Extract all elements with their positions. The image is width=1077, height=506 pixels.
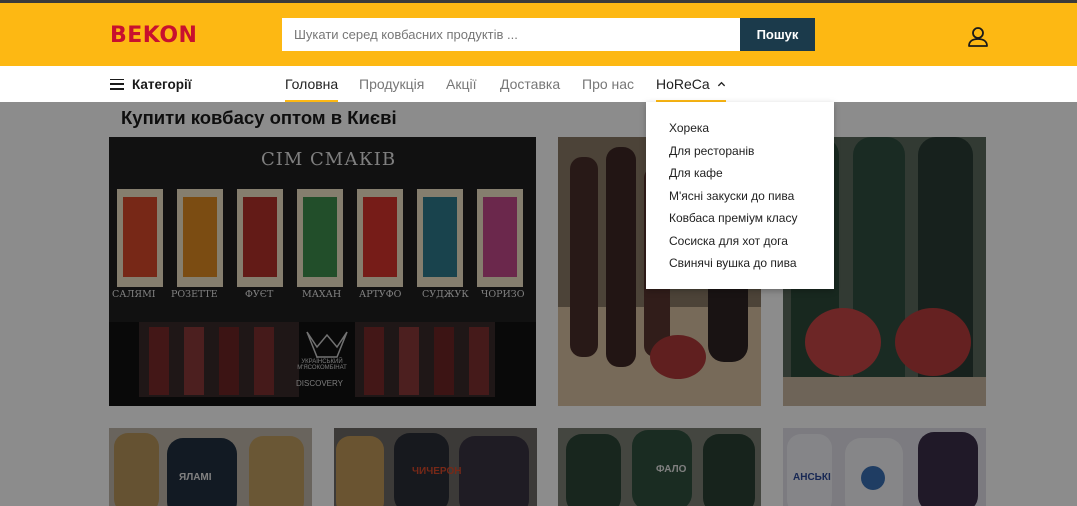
flavor-label: СУДЖУК	[422, 289, 469, 300]
site-header: BEKON Пошук	[0, 0, 1077, 66]
product-image[interactable]: ЯЛАМІ	[109, 428, 312, 506]
main-nav: Категорії Головна Продукція Акції Достав…	[0, 66, 1077, 102]
banner-brand: УКРАЇНСЬКИЙ М'ЯСОКОМБІНАТ	[297, 359, 347, 371]
search-button[interactable]: Пошук	[740, 18, 815, 51]
categories-button[interactable]: Категорії	[110, 66, 192, 102]
main-content: Купити ковбасу оптом в Києві СІМ СМАКІВ …	[0, 102, 1077, 506]
site-logo[interactable]: BEKON	[110, 23, 197, 48]
product-label: ЯЛАМІ	[179, 472, 212, 483]
dropdown-item-pork-ears[interactable]: Свинячі вушка до пива	[646, 252, 834, 275]
dropdown-item-cafes[interactable]: Для кафе	[646, 162, 834, 185]
chevron-up-icon	[717, 81, 725, 87]
featured-banner-image[interactable]: СІМ СМАКІВ САЛЯМІ РОЗЕТТЕ ФУЄТ МАХАН АРТ…	[109, 137, 536, 406]
nav-link-horeca[interactable]: HoReCa	[656, 66, 726, 102]
dropdown-item-premium-sausage[interactable]: Ковбаса преміум класу	[646, 207, 834, 230]
hamburger-icon	[110, 78, 124, 90]
nav-link-delivery[interactable]: Доставка	[500, 66, 560, 102]
product-label: ФАЛО	[656, 464, 687, 475]
nav-link-promotions[interactable]: Акції	[446, 66, 476, 102]
dropdown-item-beer-snacks[interactable]: М'ясні закуски до пива	[646, 185, 834, 208]
nav-link-home[interactable]: Головна	[285, 66, 339, 102]
flavor-label: ЧОРИЗО	[481, 289, 525, 300]
product-photo	[783, 428, 986, 506]
product-label: АНСЬКІ	[793, 472, 831, 483]
search-bar: Пошук	[282, 18, 815, 51]
flavor-label: РОЗЕТТЕ	[171, 289, 218, 300]
banner-brand-line: М'ЯСОКОМБІНАТ	[297, 365, 347, 371]
product-photo	[109, 428, 312, 506]
product-label: ЧИЧЕРОН	[412, 466, 462, 477]
user-account-button[interactable]	[965, 24, 991, 50]
banner-brand-discovery: DISCOVERY	[296, 379, 343, 388]
flavor-label: САЛЯМІ	[112, 289, 156, 300]
search-input[interactable]	[282, 18, 740, 51]
nav-link-about[interactable]: Про нас	[582, 66, 634, 102]
product-image[interactable]: ЧИЧЕРОН	[334, 428, 537, 506]
dropdown-item-hotdog-sausage[interactable]: Сосиска для хот дога	[646, 230, 834, 253]
page-title: Купити ковбасу оптом в Києві	[121, 107, 397, 128]
horeca-dropdown-menu: Хорека Для ресторанів Для кафе М'ясні за…	[646, 102, 834, 289]
user-icon	[968, 27, 988, 47]
flavor-label: АРТУФО	[359, 289, 402, 300]
product-image[interactable]: ФАЛО	[558, 428, 761, 506]
dropdown-item-horeca[interactable]: Хорека	[646, 117, 834, 140]
nav-link-products[interactable]: Продукція	[359, 66, 424, 102]
dropdown-item-restaurants[interactable]: Для ресторанів	[646, 140, 834, 163]
categories-label: Категорії	[132, 76, 192, 92]
product-image[interactable]: АНСЬКІ	[783, 428, 986, 506]
nav-link-horeca-label: HoReCa	[656, 76, 710, 92]
banner-heading: СІМ СМАКІВ	[261, 149, 397, 170]
flavor-label: МАХАН	[302, 289, 342, 300]
flavor-label: ФУЄТ	[245, 289, 274, 300]
